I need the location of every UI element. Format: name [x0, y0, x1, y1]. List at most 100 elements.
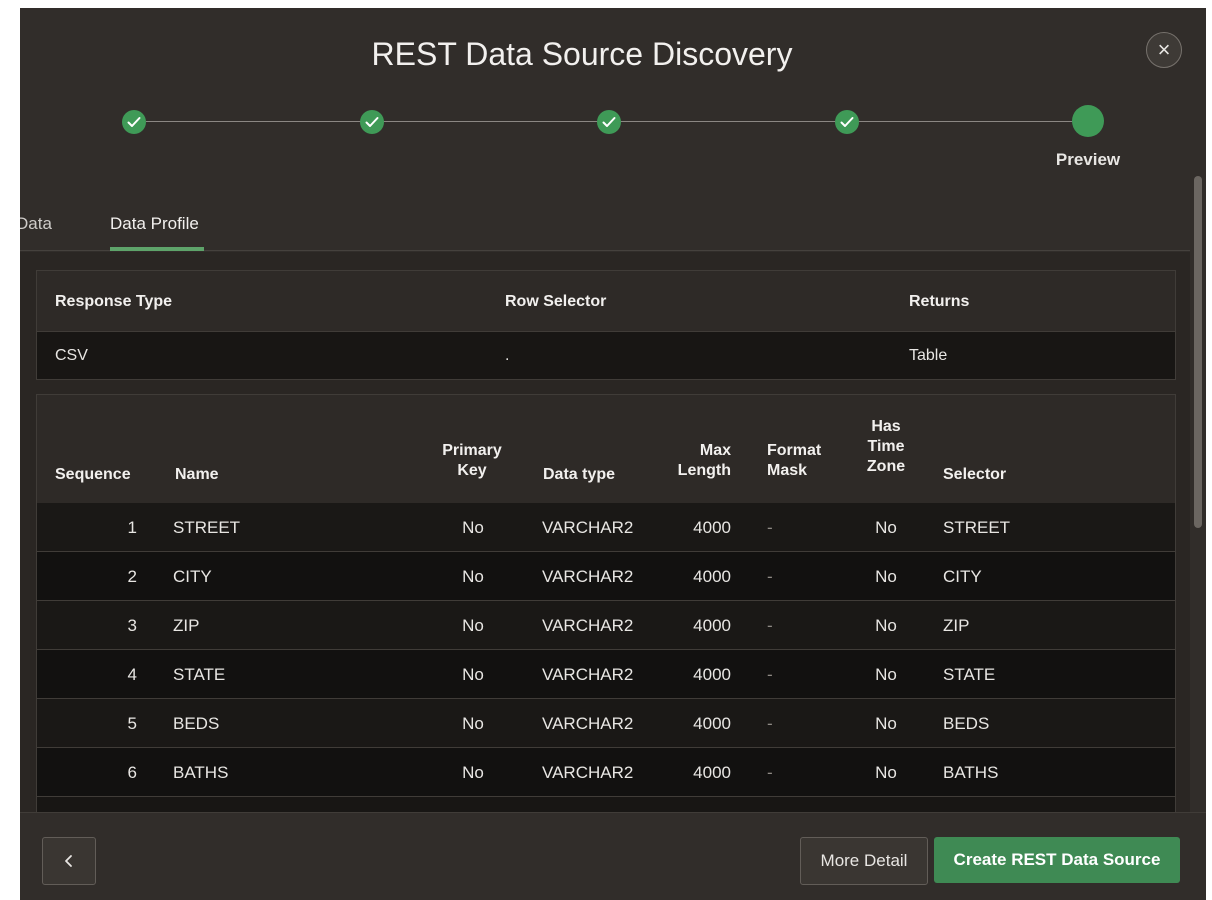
cell-max-length: 4000 — [693, 763, 731, 782]
chevron-left-icon — [65, 855, 72, 868]
header-selector[interactable]: Selector — [943, 465, 1006, 485]
cell-data-type: VARCHAR2 — [542, 763, 634, 782]
cell-has-time-zone: No — [875, 665, 897, 684]
cell-format-mask: - — [767, 665, 773, 684]
response-profile-table: Response Type Row Selector Returns CSV .… — [36, 270, 1176, 380]
tab-data-profile[interactable]: Data Profile — [110, 214, 199, 234]
header-response-type: Response Type — [55, 293, 173, 310]
wizard-step-1-complete — [122, 110, 146, 134]
cell-primary-key: No — [462, 665, 484, 684]
table-row: 4 STATE No VARCHAR2 4000 - No STATE — [37, 650, 1175, 699]
cell-selector: CITY — [943, 567, 982, 586]
cell-selector: STATE — [943, 665, 996, 684]
cell-data-type: VARCHAR2 — [542, 518, 634, 537]
cell-primary-key: No — [462, 763, 484, 782]
header-sequence[interactable]: Sequence — [55, 465, 131, 485]
header-has-time-zone-line1: Has — [871, 418, 901, 435]
cell-max-length: 4000 — [693, 567, 731, 586]
cell-has-time-zone: No — [875, 763, 897, 782]
header-name[interactable]: Name — [175, 465, 219, 485]
cell-format-mask: - — [767, 567, 773, 586]
cell-format-mask: - — [767, 518, 773, 537]
cell-primary-key: No — [462, 518, 484, 537]
check-icon — [127, 117, 141, 127]
active-tab-indicator — [110, 247, 204, 251]
cell-sequence: 3 — [127, 616, 137, 635]
check-icon — [840, 117, 854, 127]
header-data-type[interactable]: Data type — [543, 465, 615, 485]
wizard-step-4-complete — [835, 110, 859, 134]
wizard-current-label: Preview — [1055, 150, 1121, 169]
cell-sequence: 4 — [127, 665, 137, 684]
dialog-body: Response Type Row Selector Returns CSV .… — [20, 252, 1190, 812]
cell-has-time-zone: No — [875, 714, 897, 733]
back-button[interactable] — [42, 837, 96, 885]
cell-sequence: 1 — [127, 518, 137, 537]
cell-name: ZIP — [173, 616, 200, 635]
vertical-scrollbar[interactable] — [1194, 176, 1202, 528]
cell-selector: BATHS — [943, 763, 999, 782]
table-row: 3 ZIP No VARCHAR2 4000 - No ZIP — [37, 601, 1175, 650]
header-max-length[interactable]: Max Length — [661, 441, 731, 481]
cell-format-mask: - — [767, 616, 773, 635]
more-detail-button[interactable]: More Detail — [800, 837, 928, 885]
header-primary-key[interactable]: Primary Key — [435, 441, 509, 481]
header-has-time-zone-line2: Time — [867, 438, 905, 455]
cell-has-time-zone: No — [875, 567, 897, 586]
wizard-progress: Preview — [20, 8, 1206, 178]
wizard-step-5-current — [1072, 105, 1104, 137]
cell-selector: ZIP — [943, 616, 970, 635]
cell-name: BEDS — [173, 714, 220, 733]
wizard-step-3-complete — [597, 110, 621, 134]
table-row: 5 BEDS No VARCHAR2 4000 - No BEDS — [37, 699, 1175, 748]
dialog-footer: More Detail Create REST Data Source — [20, 812, 1206, 900]
table-header: Response Type Row Selector Returns — [37, 271, 1175, 332]
header-format-mask[interactable]: Format Mask — [767, 441, 821, 481]
cell-max-length: 4000 — [693, 714, 731, 733]
cell-sequence: 6 — [127, 763, 137, 782]
cell-format-mask: - — [767, 714, 773, 733]
header-max-length-line2: Length — [677, 462, 731, 479]
cell-max-length: 4000 — [693, 616, 731, 635]
tab-data[interactable]: Data — [20, 214, 52, 234]
wizard-step-2-complete — [360, 110, 384, 134]
cell-sequence: 5 — [127, 714, 137, 733]
row-selector-value: . — [505, 347, 510, 364]
cell-selector: BEDS — [943, 714, 990, 733]
cell-data-type: VARCHAR2 — [542, 714, 634, 733]
header-format-mask-line2: Mask — [767, 462, 808, 479]
rest-data-source-discovery-dialog: REST Data Source Discovery × Preview Dat… — [20, 8, 1206, 900]
header-primary-key-line1: Primary — [442, 442, 502, 459]
header-max-length-line1: Max — [699, 442, 731, 459]
cell-primary-key: No — [462, 714, 484, 733]
table-row: 1 STREET No VARCHAR2 4000 - No STREET — [37, 503, 1175, 552]
header-has-time-zone-line3: Zone — [866, 458, 906, 475]
table-header: Sequence Name Primary Key Data type Max … — [37, 395, 1175, 504]
cell-format-mask: - — [767, 763, 773, 782]
returns-value: Table — [909, 347, 948, 364]
cell-max-length: 4000 — [693, 518, 731, 537]
header-returns: Returns — [909, 293, 970, 310]
column-profile-table: Sequence Name Primary Key Data type Max … — [36, 394, 1176, 812]
cell-data-type: VARCHAR2 — [542, 567, 634, 586]
cell-primary-key: No — [462, 567, 484, 586]
cell-has-time-zone: No — [875, 616, 897, 635]
header-format-mask-line1: Format — [767, 442, 822, 459]
cell-max-length: 4000 — [693, 665, 731, 684]
cell-data-type: VARCHAR2 — [542, 665, 634, 684]
cell-name: BATHS — [173, 763, 229, 782]
header-primary-key-line2: Key — [457, 462, 487, 479]
cell-name: CITY — [173, 567, 212, 586]
cell-sequence: 2 — [127, 567, 137, 586]
tab-bar: Data Data Profile — [20, 204, 1190, 251]
check-icon — [602, 117, 616, 127]
table-row: 6 BATHS No VARCHAR2 4000 - No BATHS — [37, 748, 1175, 797]
header-has-time-zone[interactable]: Has Time Zone — [861, 417, 911, 477]
create-rest-data-source-button[interactable]: Create REST Data Source — [934, 837, 1180, 883]
cell-primary-key: No — [462, 616, 484, 635]
table-row: 2 CITY No VARCHAR2 4000 - No CITY — [37, 552, 1175, 601]
cell-data-type: VARCHAR2 — [542, 616, 634, 635]
cell-name: STREET — [173, 518, 241, 537]
header-row-selector: Row Selector — [505, 293, 607, 310]
cell-selector: STREET — [943, 518, 1011, 537]
